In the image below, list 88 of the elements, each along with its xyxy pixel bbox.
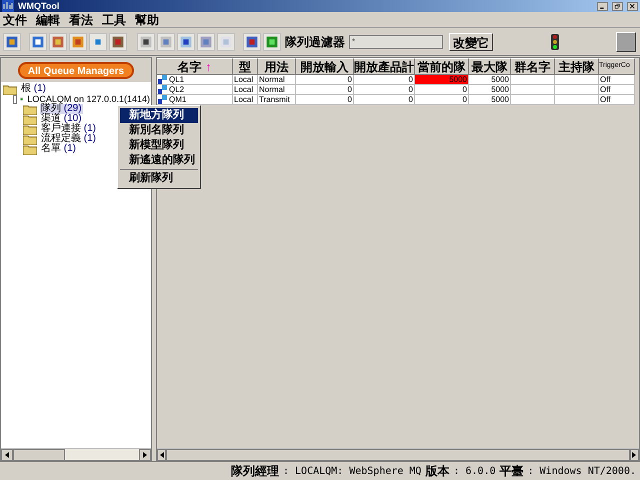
context-menu-item[interactable]: 新地方隊列	[120, 108, 198, 123]
status-square-button[interactable]	[616, 32, 636, 52]
status-value: : LOCALQM: WebSphere MQ	[282, 464, 422, 478]
collapse-icon[interactable]	[13, 94, 18, 104]
menu-item[interactable]: 幫助	[135, 10, 159, 28]
table-cell: QL1	[157, 75, 233, 85]
folder-icon	[23, 104, 37, 114]
context-menu-item[interactable]: 新模型隊列	[120, 138, 198, 153]
table-cell: QL2	[157, 85, 233, 95]
table-cell: 0	[296, 85, 354, 95]
table-cell: Off	[599, 95, 635, 105]
tree-item[interactable]: LOCALQM on 127.0.0.1(1414)	[26, 94, 151, 104]
scroll-thumb[interactable]	[166, 449, 630, 461]
column-header[interactable]: 最大隊	[469, 58, 511, 75]
table-cell: 0	[415, 95, 469, 105]
table-cell	[555, 75, 599, 85]
status-label: 隊列經理	[230, 463, 279, 480]
scroll-right-icon[interactable]	[139, 449, 151, 461]
tree-item[interactable]: 隊列 (29)	[40, 104, 83, 114]
table-cell: Normal	[258, 75, 296, 85]
tree-item[interactable]: 流程定義 (1)	[40, 134, 98, 144]
minimize-icon[interactable]	[597, 2, 608, 10]
folder-icon	[23, 144, 37, 154]
scroll-left-icon[interactable]	[157, 449, 166, 461]
status-value: : 6.0.0	[453, 464, 496, 478]
folder-icon	[23, 124, 37, 134]
table-cell: 0	[415, 85, 469, 95]
tree-item[interactable]: 客戶連接 (1)	[40, 124, 98, 134]
table-cell: QM1	[157, 95, 233, 105]
context-menu-item[interactable]: 新別名隊列	[120, 123, 198, 138]
app-icon	[2, 0, 14, 12]
table-cell	[511, 75, 555, 85]
restore-icon[interactable]	[612, 2, 623, 10]
menu-item[interactable]: 工具	[102, 10, 126, 28]
menu-item[interactable]: 編輯	[36, 10, 60, 28]
table-cell: Off	[599, 85, 635, 95]
column-header[interactable]: 群名字	[511, 58, 555, 75]
table-cell: 0	[296, 95, 354, 105]
table-cell: 0	[354, 75, 415, 85]
close-icon[interactable]	[627, 2, 638, 10]
table-cell: Transmit	[258, 95, 296, 105]
scroll-thumb[interactable]	[13, 449, 65, 461]
folder-icon	[23, 134, 37, 144]
column-header[interactable]: 開放輸入	[296, 58, 354, 75]
table-cell: Local	[233, 85, 258, 95]
table-cell: Local	[233, 75, 258, 85]
table-cell: 5000	[469, 95, 511, 105]
tree-item[interactable]: 渠道 (10)	[40, 114, 83, 124]
table-cell: 5000	[415, 75, 469, 85]
column-header[interactable]: 名字 ↑	[157, 58, 233, 75]
table-cell: 0	[296, 75, 354, 85]
status-value: : Windows NT/2000.	[528, 464, 636, 478]
filter-input[interactable]: *	[349, 34, 443, 48]
change-button[interactable]: 改變它	[449, 32, 493, 50]
table-cell: 5000	[469, 85, 511, 95]
tree-item[interactable]: 名單 (1)	[40, 144, 78, 154]
table-cell: 0	[354, 85, 415, 95]
status-label: 平臺	[500, 463, 524, 480]
folder-icon	[23, 114, 37, 124]
table-cell: 0	[354, 95, 415, 105]
status-label: 版本	[425, 463, 450, 480]
queue-icon	[158, 95, 167, 104]
table-cell: Normal	[258, 85, 296, 95]
table-cell: Local	[233, 95, 258, 105]
horizontal-scrollbar[interactable]	[157, 448, 639, 460]
table-cell	[555, 85, 599, 95]
menu-item[interactable]: 看法	[69, 10, 93, 28]
tree-item[interactable]: 根 (1)	[20, 84, 48, 94]
queue-icon	[158, 75, 167, 84]
table-cell	[555, 95, 599, 105]
scroll-left-icon[interactable]	[1, 449, 13, 461]
context-menu-item[interactable]: 刷新隊列	[120, 171, 198, 186]
traffic-light-icon	[550, 34, 558, 50]
filter-label: 隊列過濾器	[285, 34, 345, 50]
column-header[interactable]: 主持隊	[555, 58, 599, 75]
context-menu-item[interactable]: 新遙遠的隊列	[120, 153, 198, 168]
menu-item[interactable]: 文件	[3, 10, 27, 28]
horizontal-scrollbar[interactable]	[1, 448, 151, 460]
column-header[interactable]: 用法	[258, 58, 296, 75]
table-cell: Off	[599, 75, 635, 85]
column-header[interactable]: 當前的隊	[415, 58, 469, 75]
table-cell	[511, 85, 555, 95]
column-header[interactable]: 型	[233, 58, 258, 75]
table-cell: 5000	[469, 75, 511, 85]
window-title: WMQTool	[18, 1, 60, 11]
column-header[interactable]: 開放產品計	[354, 58, 415, 75]
queue-icon	[158, 85, 167, 94]
table-cell	[511, 95, 555, 105]
